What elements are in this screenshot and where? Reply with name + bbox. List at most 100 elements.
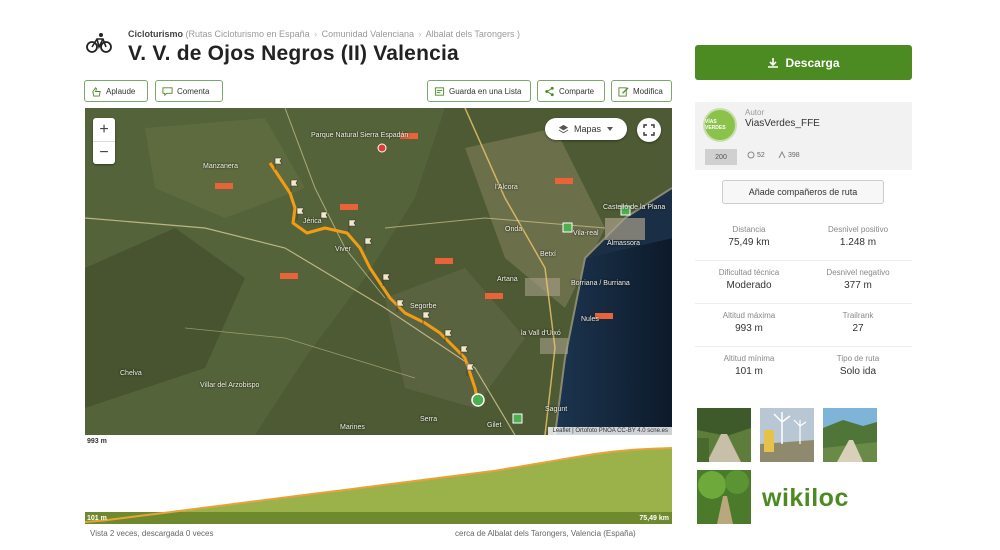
stat-label: Dificultad técnica bbox=[718, 268, 780, 277]
modify-button[interactable]: Modifica bbox=[611, 80, 672, 102]
stat-label: Altitud máxima bbox=[722, 311, 776, 320]
map-label: Sagunt bbox=[545, 406, 568, 413]
brand-text: wikiloc bbox=[762, 484, 849, 512]
wikiloc-logo[interactable]: wikiloc bbox=[762, 484, 849, 513]
stat-distance: Distancia 75,49 km bbox=[695, 225, 803, 248]
avatar-text: VÍAS VERDES bbox=[705, 119, 726, 131]
map-label: Serra bbox=[420, 416, 438, 423]
author-label: Autor bbox=[745, 108, 765, 117]
bicycle-icon bbox=[86, 33, 112, 53]
stat-label: Desnivel negativo bbox=[826, 268, 890, 277]
fullscreen-button[interactable] bbox=[637, 118, 661, 142]
add-companions-button[interactable]: Añade compañeros de ruta bbox=[722, 180, 884, 204]
save-list-label: Guarda en una Lista bbox=[449, 86, 522, 96]
stat-min-altitude: Altitud mínima 101 m bbox=[695, 354, 803, 377]
route-photo[interactable] bbox=[697, 408, 751, 462]
share-label: Comparte bbox=[559, 86, 595, 96]
category-link[interactable]: Cicloturismo bbox=[128, 29, 183, 39]
map-label: Viver bbox=[335, 246, 351, 253]
stat-label: Trailrank bbox=[842, 311, 874, 320]
trail-icon bbox=[747, 151, 755, 159]
zoom-in-button[interactable]: + bbox=[93, 118, 115, 141]
share-button[interactable]: Comparte bbox=[537, 80, 605, 102]
elevation-max-label: 993 m bbox=[87, 438, 107, 445]
stat-label: Tipo de ruta bbox=[836, 354, 880, 363]
stat-value: 101 m bbox=[735, 366, 763, 377]
author-name[interactable]: ViasVerdes_FFE bbox=[745, 118, 820, 129]
map-label: Manzanera bbox=[203, 163, 239, 170]
stat-value: 993 m bbox=[735, 323, 763, 334]
count-a: 52 bbox=[757, 151, 765, 159]
map-label: Jérica bbox=[303, 218, 322, 225]
list-icon bbox=[434, 86, 445, 96]
map-type-label: Mapas bbox=[573, 124, 601, 134]
share-icon bbox=[545, 86, 554, 96]
follower-icon bbox=[778, 151, 786, 159]
avatar[interactable]: VÍAS VERDES bbox=[703, 108, 737, 142]
map-label: l'Alcora bbox=[495, 184, 518, 191]
route-photo[interactable] bbox=[760, 408, 814, 462]
map-label: Segorbe bbox=[410, 303, 437, 310]
zoom-out-button[interactable]: − bbox=[93, 141, 115, 164]
stat-value: 75,49 km bbox=[728, 237, 770, 248]
route-page: Cicloturismo (Rutas Cicloturismo en Espa… bbox=[0, 0, 1000, 550]
zoom-control: + − bbox=[93, 118, 115, 164]
stat-route-type: Tipo de ruta Solo ida bbox=[804, 354, 912, 377]
stat-value: 27 bbox=[852, 323, 864, 334]
stat-value: Solo ida bbox=[839, 366, 877, 377]
comment-icon bbox=[162, 86, 173, 96]
map-label: Chelva bbox=[120, 370, 142, 377]
elevation-profile[interactable]: 993 m 101 m 75,49 km bbox=[84, 436, 673, 526]
save-list-button[interactable]: Guarda en una Lista bbox=[427, 80, 531, 102]
views-count: Vista 2 veces, descargada 0 veces bbox=[90, 529, 214, 538]
author-score-badge: 200 bbox=[705, 149, 737, 165]
edit-icon bbox=[618, 86, 629, 97]
download-button[interactable]: Descarga bbox=[695, 45, 912, 80]
download-icon bbox=[768, 57, 779, 68]
map-label: Villar del Arzobispo bbox=[200, 382, 260, 389]
stat-label: Desnivel positivo bbox=[827, 225, 889, 234]
comment-button[interactable]: Comenta bbox=[155, 80, 223, 102]
stat-label: Altitud mínima bbox=[723, 354, 775, 363]
breadcrumb: Cicloturismo (Rutas Cicloturismo en Espa… bbox=[128, 29, 520, 39]
author-card: VÍAS VERDES Autor ViasVerdes_FFE 200 52 … bbox=[695, 102, 912, 170]
stat-label: Distancia bbox=[732, 225, 766, 234]
stat-max-altitude: Altitud máxima 993 m bbox=[695, 311, 803, 334]
stat-trailrank: Trailrank 27 bbox=[804, 311, 912, 334]
stat-value: Moderado bbox=[726, 280, 772, 291]
map-attribution[interactable]: Leaflet | Ortofoto PNOA CC-BY 4.0 scne.e… bbox=[548, 427, 672, 435]
map-label: Betxí bbox=[540, 251, 556, 258]
map-type-selector[interactable]: Mapas bbox=[545, 118, 627, 140]
satellite-terrain bbox=[85, 108, 672, 435]
map-label: Almassora bbox=[607, 240, 641, 247]
modify-label: Modifica bbox=[633, 86, 663, 96]
elevation-baseline bbox=[85, 512, 672, 524]
applaud-icon bbox=[92, 86, 101, 97]
route-photo[interactable] bbox=[697, 470, 751, 524]
applaud-label: Aplaude bbox=[106, 86, 136, 96]
breadcrumb-item[interactable]: Albalat dels Tarongers ) bbox=[426, 29, 520, 39]
location-text: cerca de Albalat dels Tarongers, Valenci… bbox=[455, 529, 636, 538]
breadcrumb-item[interactable]: (Rutas Cicloturismo en España bbox=[186, 29, 310, 39]
route-map[interactable]: Manzanera Parque Natural Sierra Espadán … bbox=[85, 108, 672, 435]
elevation-distance-label: 75,49 km bbox=[639, 515, 669, 522]
map-label: Marines bbox=[340, 424, 365, 431]
map-label: Vila-real bbox=[573, 230, 599, 237]
route-photo[interactable] bbox=[823, 408, 877, 462]
map-label: Castelló de la Plana bbox=[603, 204, 666, 211]
stat-elevation-loss: Desnivel negativo 377 m bbox=[804, 268, 912, 291]
applaud-button[interactable]: Aplaude bbox=[84, 80, 148, 102]
map-label: Onda bbox=[505, 226, 523, 233]
breadcrumb-item[interactable]: Comunidad Valenciana bbox=[322, 29, 414, 39]
stat-value: 1.248 m bbox=[839, 237, 877, 248]
elevation-min-label: 101 m bbox=[87, 515, 107, 522]
author-trails-count: 52 bbox=[747, 151, 765, 159]
stat-elevation-gain: Desnivel positivo 1.248 m bbox=[804, 225, 912, 248]
map-label: Artana bbox=[497, 276, 518, 283]
map-label: Nules bbox=[581, 316, 599, 323]
stat-difficulty: Dificultad técnica Moderado bbox=[695, 268, 803, 291]
map-label: la Vall d'Uixó bbox=[521, 330, 561, 337]
map-label: Parque Natural Sierra Espadán bbox=[311, 132, 409, 139]
page-title: V. V. de Ojos Negros (II) Valencia bbox=[128, 42, 459, 65]
layers-icon bbox=[558, 124, 569, 133]
